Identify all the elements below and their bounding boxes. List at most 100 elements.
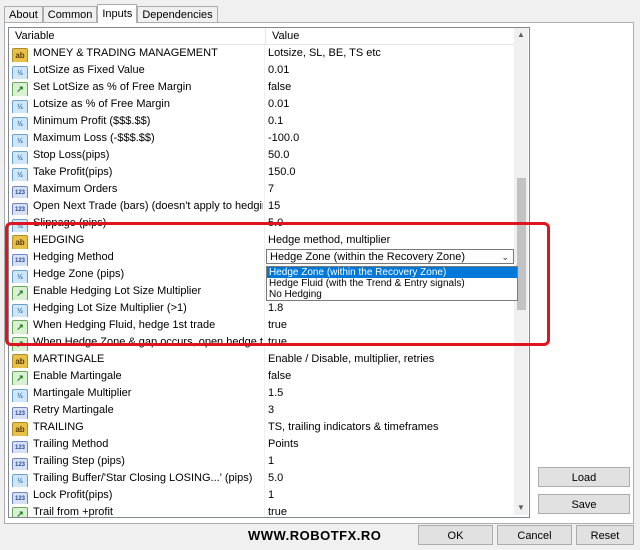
table-row[interactable]: ab TRAILING TS, trailing indicators & time… xyxy=(9,419,516,436)
header-variable[interactable]: Variable xyxy=(9,28,266,44)
save-button[interactable]: Save xyxy=(538,494,630,514)
hedging-method-select[interactable]: Hedge Zone (within the Recovery Zone) ⌄ xyxy=(266,249,514,264)
chevron-down-icon[interactable]: ⌄ xyxy=(501,250,509,265)
column-divider xyxy=(264,164,265,181)
variable-name: MARTINGALE xyxy=(33,353,105,365)
table-row[interactable]: ↗ Enable Martingale false xyxy=(9,368,516,385)
variable-name: Maximum Loss (-$$$.$$) xyxy=(33,132,155,144)
value-cell[interactable]: -100.0 xyxy=(266,130,516,147)
value-cell[interactable]: 1.8 xyxy=(266,300,516,317)
variable-name: Trailing Method xyxy=(33,438,109,450)
table-row[interactable]: ½ Lotsize as % of Free Margin 0.01 xyxy=(9,96,516,113)
value-cell[interactable]: 50.0 xyxy=(266,147,516,164)
value-cell[interactable]: Points xyxy=(266,436,516,453)
table-row[interactable]: ab MONEY & TRADING MANAGEMENT Lotsize, SL,… xyxy=(9,45,516,62)
value-cell[interactable]: 1 xyxy=(266,453,516,470)
value-cell[interactable]: true xyxy=(266,317,516,334)
tab-about[interactable]: About xyxy=(4,6,43,23)
table-row[interactable]: ↗ When Hedge Zone & gap occurs, open hedg… xyxy=(9,334,516,351)
cancel-button[interactable]: Cancel xyxy=(497,525,572,545)
value-cell[interactable]: Lotsize, SL, BE, TS etc xyxy=(266,45,516,62)
value-cell[interactable]: 15 xyxy=(266,198,516,215)
text-param-icon: ab xyxy=(12,354,28,368)
variable-cell: 123 Trailing Method xyxy=(11,436,263,453)
table-row[interactable]: ½ Maximum Loss (-$$$.$$) -100.0 xyxy=(9,130,516,147)
dropdown-option[interactable]: Hedge Fluid (with the Trend & Entry sign… xyxy=(267,278,517,289)
tab-common[interactable]: Common xyxy=(42,6,98,23)
variable-cell: 123 Trailing Step (pips) xyxy=(11,453,263,470)
variable-name: MONEY & TRADING MANAGEMENT xyxy=(33,47,218,59)
table-row[interactable]: 123 Open Next Trade (bars) (doesn't apply… xyxy=(9,198,516,215)
variable-cell: ab MARTINGALE xyxy=(11,351,263,368)
scroll-down-icon[interactable]: ▼ xyxy=(514,501,528,515)
variable-cell: ½ Lotsize as % of Free Margin xyxy=(11,96,263,113)
reset-button[interactable]: Reset xyxy=(576,525,634,545)
table-row[interactable]: ½ Hedging Lot Size Multiplier (>1) 1.8 xyxy=(9,300,516,317)
table-row[interactable]: ab MARTINGALE Enable / Disable, multiplier… xyxy=(9,351,516,368)
value-cell[interactable]: 5.0 xyxy=(266,470,516,487)
value-cell[interactable]: Hedge method, multiplier xyxy=(266,232,516,249)
text-param-icon: ab xyxy=(12,422,28,436)
double-param-icon: ½ xyxy=(12,66,28,79)
value-cell[interactable]: Enable / Disable, multiplier, retries xyxy=(266,351,516,368)
value-cell[interactable]: 1.5 xyxy=(266,385,516,402)
load-button[interactable]: Load xyxy=(538,467,630,487)
table-row[interactable]: ½ Trailing Buffer/'Star Closing LOSING...… xyxy=(9,470,516,487)
table-row[interactable]: ↗ When Hedging Fluid, hedge 1st trade true xyxy=(9,317,516,334)
header-value[interactable]: Value xyxy=(266,28,517,44)
scroll-up-icon[interactable]: ▲ xyxy=(514,28,528,42)
ok-button[interactable]: OK xyxy=(418,525,493,545)
hedging-method-dropdown-list[interactable]: Hedge Zone (within the Recovery Zone) He… xyxy=(266,266,518,301)
table-row[interactable]: ½ Take Profit(pips) 150.0 xyxy=(9,164,516,181)
table-row[interactable]: ½ Stop Loss(pips) 50.0 xyxy=(9,147,516,164)
value-cell[interactable]: 0.1 xyxy=(266,113,516,130)
variable-cell: ½ Martingale Multiplier xyxy=(11,385,263,402)
value-cell[interactable]: 150.0 xyxy=(266,164,516,181)
value-cell[interactable]: true xyxy=(266,504,516,517)
column-divider xyxy=(264,402,265,419)
column-divider xyxy=(264,147,265,164)
table-row[interactable]: ½ Minimum Profit ($$$.$$) 0.1 xyxy=(9,113,516,130)
value-cell[interactable]: 3 xyxy=(266,402,516,419)
value-cell[interactable]: false xyxy=(266,79,516,96)
table-row[interactable]: 123 Trailing Method Points xyxy=(9,436,516,453)
bool-param-icon: ↗ xyxy=(12,82,28,96)
table-row[interactable]: 123 Hedging Method Hedge Zone (within the … xyxy=(9,249,516,266)
value-cell[interactable]: 0.01 xyxy=(266,62,516,79)
column-divider xyxy=(264,368,265,385)
table-row[interactable]: 123 Maximum Orders 7 xyxy=(9,181,516,198)
value-cell[interactable]: 0.01 xyxy=(266,96,516,113)
table-row[interactable]: 123 Lock Profit(pips) 1 xyxy=(9,487,516,504)
int-param-icon: 123 xyxy=(12,254,28,266)
variable-name: Trailing Step (pips) xyxy=(33,455,125,467)
value-cell[interactable]: 7 xyxy=(266,181,516,198)
value-cell[interactable]: 1 xyxy=(266,487,516,504)
table-row[interactable]: ↗ Trail from +profit true xyxy=(9,504,516,517)
tab-dependencies[interactable]: Dependencies xyxy=(137,6,218,23)
table-row[interactable]: ½ Martingale Multiplier 1.5 xyxy=(9,385,516,402)
table-row[interactable]: ab HEDGING Hedge method, multiplier xyxy=(9,232,516,249)
tab-inputs[interactable]: Inputs xyxy=(97,4,138,23)
table-row[interactable]: 123 Trailing Step (pips) 1 xyxy=(9,453,516,470)
dropdown-option[interactable]: Hedge Zone (within the Recovery Zone) xyxy=(267,267,517,278)
dropdown-option[interactable]: No Hedging xyxy=(267,289,517,300)
column-divider xyxy=(264,351,265,368)
text-param-icon: ab xyxy=(12,48,28,62)
double-param-icon: ½ xyxy=(12,151,28,164)
variable-cell: ½ LotSize as Fixed Value xyxy=(11,62,263,79)
bool-param-icon: ↗ xyxy=(12,286,28,300)
grid-header: Variable Value xyxy=(9,28,516,45)
table-row[interactable]: ½ LotSize as Fixed Value 0.01 xyxy=(9,62,516,79)
variable-name: Lotsize as % of Free Margin xyxy=(33,98,170,110)
value-cell[interactable]: false xyxy=(266,368,516,385)
value-cell[interactable]: true xyxy=(266,334,516,351)
bool-param-icon: ↗ xyxy=(12,320,28,334)
scroll-thumb[interactable] xyxy=(517,178,526,310)
table-row[interactable]: 123 Retry Martingale 3 xyxy=(9,402,516,419)
value-cell[interactable]: 5.0 xyxy=(266,215,516,232)
table-row[interactable]: ½ Slippage (pips) 5.0 xyxy=(9,215,516,232)
value-cell[interactable]: TS, trailing indicators & timeframes xyxy=(266,419,516,436)
table-row[interactable]: ↗ Set LotSize as % of Free Margin false xyxy=(9,79,516,96)
variable-name: HEDGING xyxy=(33,234,85,246)
variable-name: Open Next Trade (bars) (doesn't apply to… xyxy=(33,200,263,212)
